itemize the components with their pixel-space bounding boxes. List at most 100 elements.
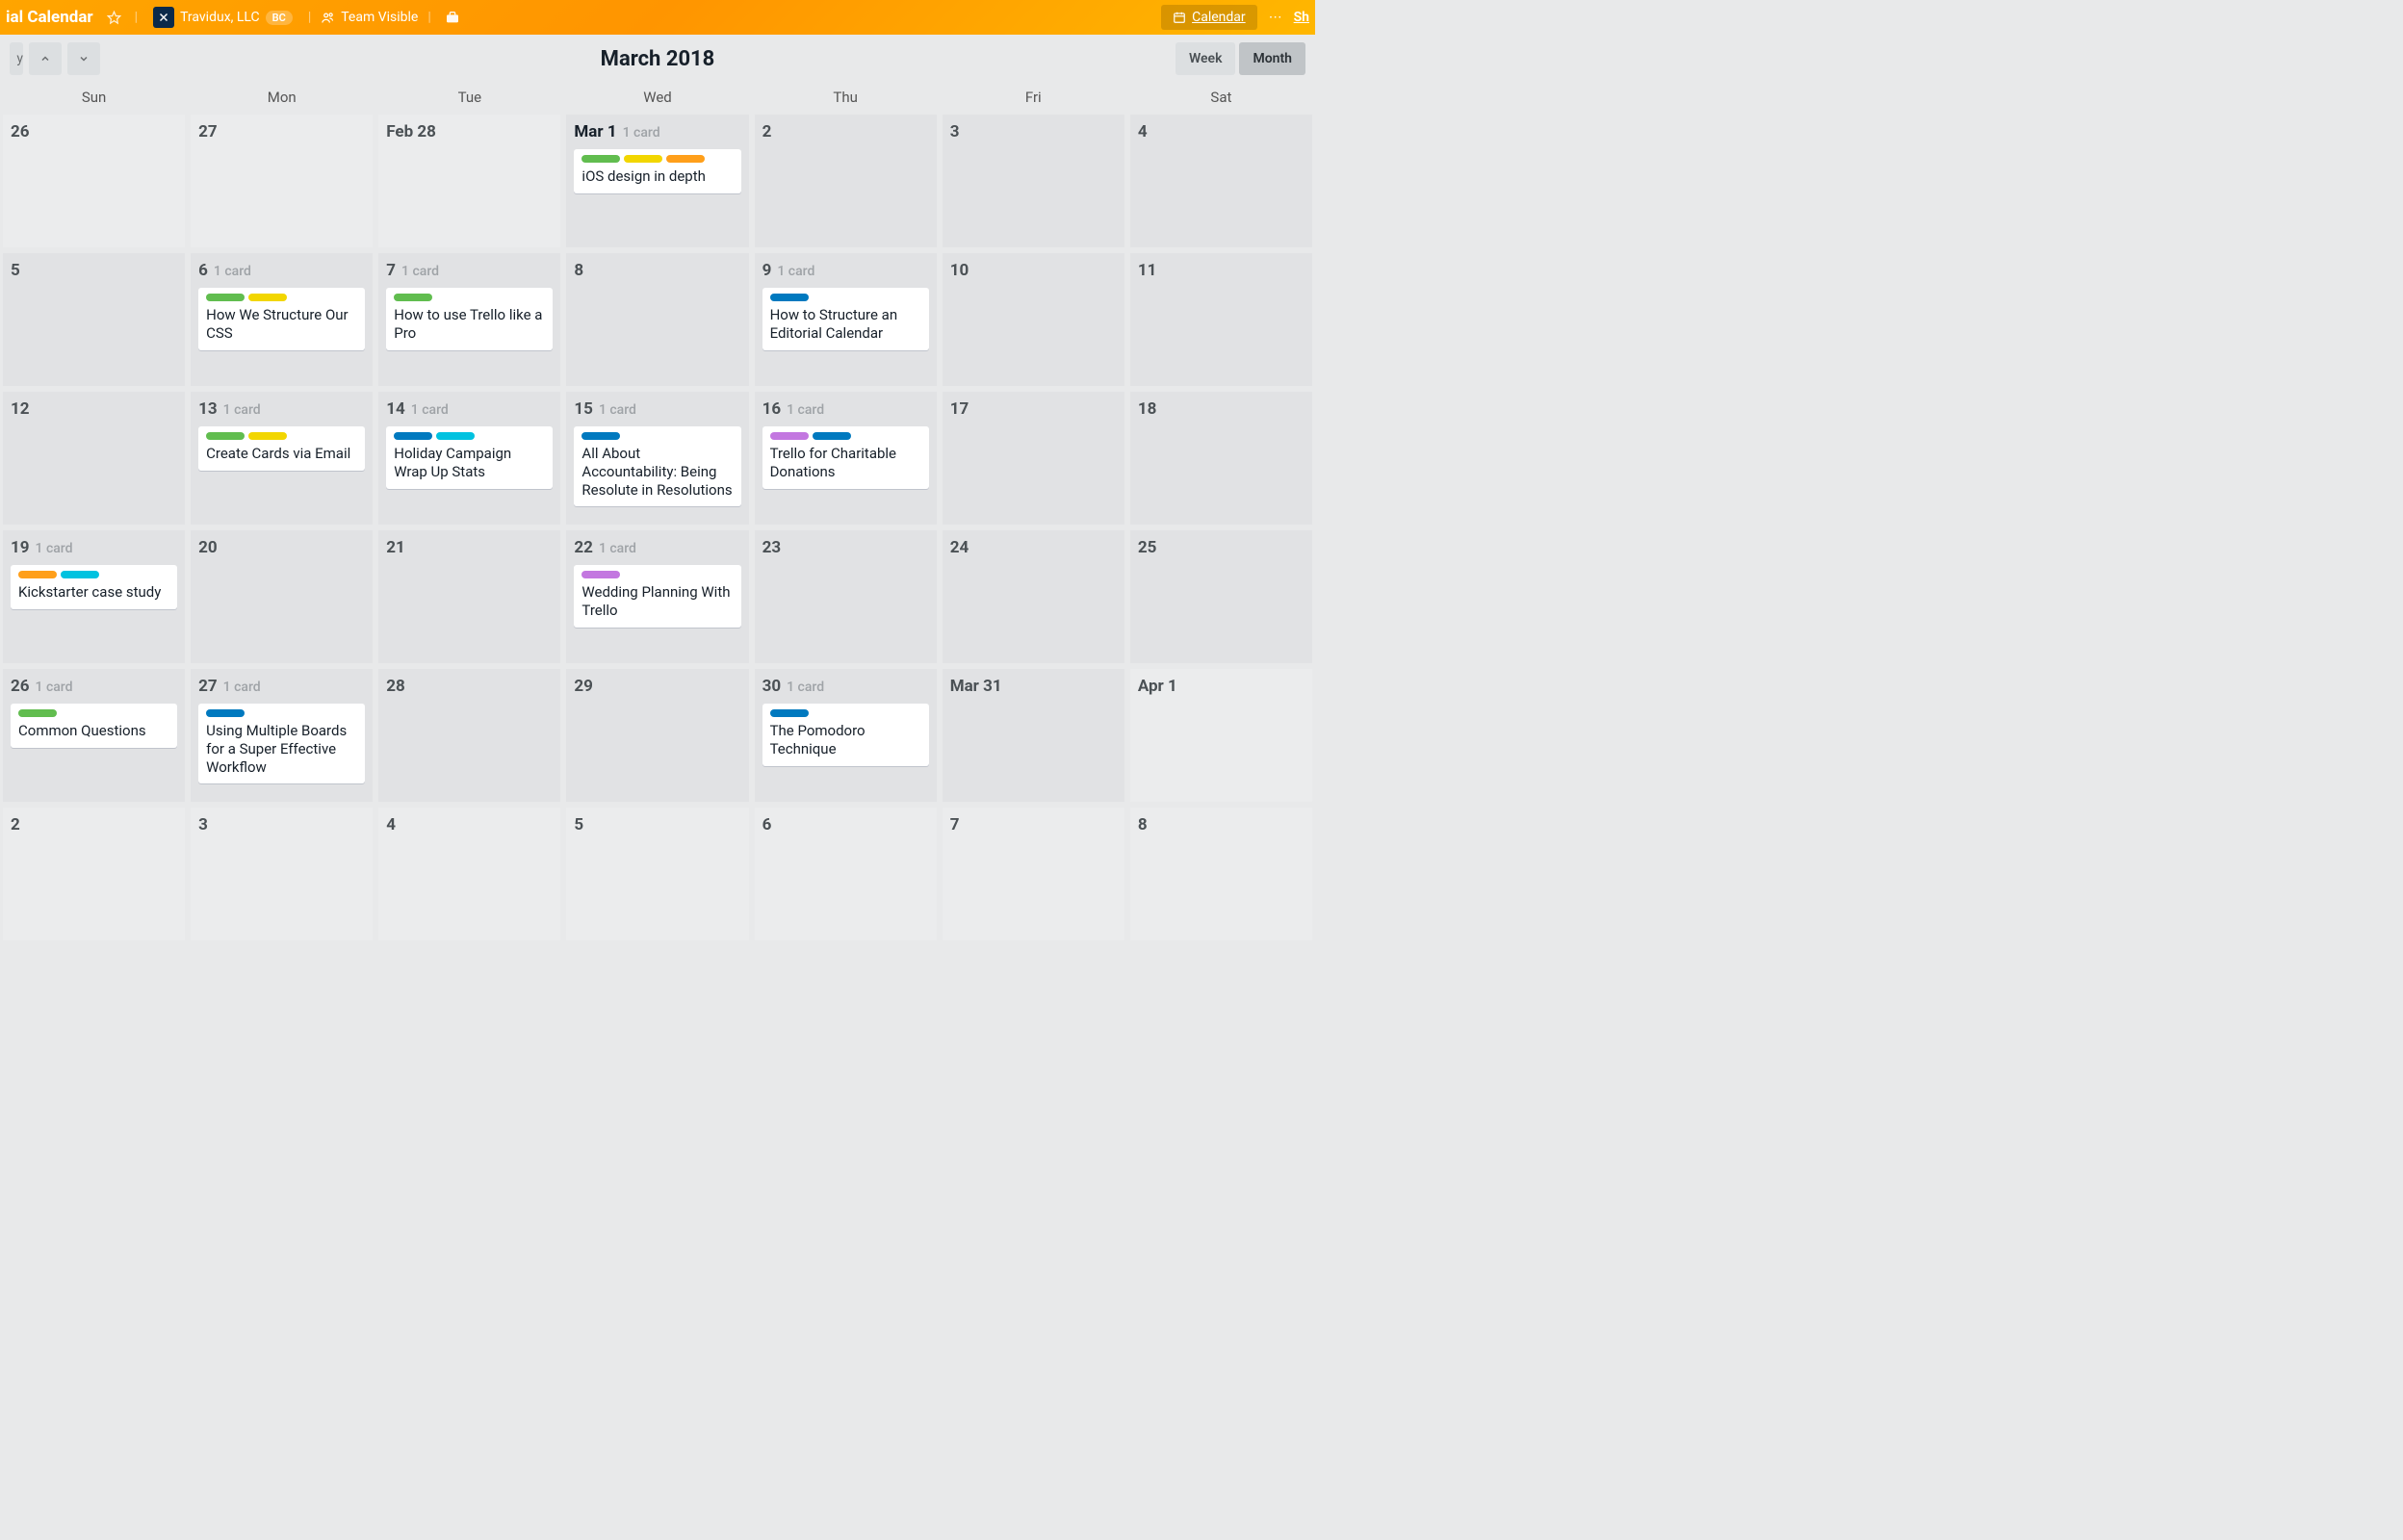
visibility-button[interactable]: Team Visible [321,10,418,25]
org-chip[interactable]: Travidux, LLC BC [147,5,298,30]
calendar-cell[interactable]: 2 [752,112,940,250]
calendar-cell[interactable]: 151 card All About Accountability: Being … [563,389,751,527]
card-title: Using Multiple Boards for a Super Effect… [206,722,357,776]
card-title: How to use Trello like a Pro [394,306,545,343]
more-icon[interactable]: ⋯ [1265,6,1286,29]
calendar-cell[interactable]: 161 cardTrello for Charitable Donations [752,389,940,527]
calendar-cell[interactable]: 8 [563,250,751,389]
date-label: Feb 28 [386,122,553,141]
calendar-cell[interactable]: 191 cardKickstarter case study [0,527,188,666]
calendar-card[interactable]: Common Questions [11,704,177,748]
calendar-card[interactable]: Using Multiple Boards for a Super Effect… [198,704,365,783]
today-button[interactable]: y [10,42,23,75]
calendar-button-label: Calendar [1192,10,1246,25]
calendar-cell[interactable]: 271 cardUsing Multiple Boards for a Supe… [188,666,375,805]
label-blue [770,709,809,717]
calendar-cell[interactable]: 11 [1127,250,1315,389]
calendar-cell[interactable]: 7 [940,805,1127,943]
calendar-card[interactable]: iOS design in depth [574,149,740,193]
calendar-card[interactable]: All About Accountability: Being Resolute… [574,426,740,506]
calendar-cell[interactable]: 2 [0,805,188,943]
calendar-card[interactable]: The Pomodoro Technique [762,704,929,766]
calendar-cell[interactable]: 24 [940,527,1127,666]
date-label: 8 [1138,815,1305,834]
calendar-cell[interactable]: 261 cardCommon Questions [0,666,188,805]
card-labels [394,294,545,301]
calendar-cell[interactable]: 26 [0,112,188,250]
view-month-button[interactable]: Month [1239,42,1305,75]
prev-button[interactable] [29,42,62,75]
calendar-cell[interactable]: 3 [188,805,375,943]
calendar-card[interactable]: Wedding Planning With Trello [574,565,740,628]
card-count: 1 card [787,680,824,695]
calendar-card[interactable]: How We Structure Our CSS [198,288,365,350]
day-of-week-row: SunMonTueWedThuFriSat [0,83,1315,112]
calendar-card[interactable]: Create Cards via Email [198,426,365,471]
calendar-card[interactable]: Holiday Campaign Wrap Up Stats [386,426,553,489]
calendar-cell[interactable]: 5 [563,805,751,943]
view-week-button[interactable]: Week [1176,42,1236,75]
calendar-cell[interactable]: 301 cardThe Pomodoro Technique [752,666,940,805]
card-title: The Pomodoro Technique [770,722,921,758]
calendar-cell[interactable]: 27 [188,112,375,250]
calendar-toolbar: y March 2018 Week Month [0,35,1315,83]
calendar-cell[interactable]: 18 [1127,389,1315,527]
calendar-card[interactable]: Trello for Charitable Donations [762,426,929,489]
calendar-cell[interactable]: 29 [563,666,751,805]
card-labels [581,432,733,440]
card-title: How We Structure Our CSS [206,306,357,343]
calendar-cell[interactable]: Mar 11 cardiOS design in depth [563,112,751,250]
view-group: Week Month [1176,42,1305,75]
calendar-cell[interactable]: 10 [940,250,1127,389]
calendar-cell[interactable]: 4 [1127,112,1315,250]
calendar-cell[interactable]: Apr 1 [1127,666,1315,805]
calendar-cell[interactable]: 61 cardHow We Structure Our CSS [188,250,375,389]
calendar-cell[interactable]: 4 [375,805,563,943]
calendar-cell[interactable]: 25 [1127,527,1315,666]
label-green [394,294,432,301]
label-teal [61,571,99,578]
board-name[interactable]: ial Calendar [6,8,93,27]
card-title: All About Accountability: Being Resolute… [581,445,733,499]
calendar-cell[interactable]: 28 [375,666,563,805]
calendar-cell[interactable]: 91 cardHow to Structure an Editorial Cal… [752,250,940,389]
calendar-cell[interactable]: 71 card How to use Trello like a Pro [375,250,563,389]
calendar-cell[interactable]: 6 [752,805,940,943]
calendar-cell[interactable]: 8 [1127,805,1315,943]
nav-group: y [10,42,100,75]
dow-label: Wed [563,83,751,112]
date-label: 2 [11,815,177,834]
star-icon[interactable] [103,7,125,29]
calendar-card[interactable]: How to use Trello like a Pro [386,288,553,350]
date-label: 71 card [386,261,553,280]
calendar-cell[interactable]: 23 [752,527,940,666]
date-label: 12 [11,399,177,419]
calendar-cell[interactable]: 5 [0,250,188,389]
calendar-cell[interactable]: 12 [0,389,188,527]
calendar-cell[interactable]: 21 [375,527,563,666]
calendar-cell[interactable]: 20 [188,527,375,666]
separator: | [308,10,311,25]
briefcase-icon[interactable] [441,6,464,29]
card-labels [770,709,921,717]
next-button[interactable] [67,42,100,75]
calendar-cell[interactable]: Mar 31 [940,666,1127,805]
calendar-cell[interactable]: 131 cardCreate Cards via Email [188,389,375,527]
chevron-up-icon [39,53,51,64]
label-orange [666,155,705,163]
label-green [206,432,245,440]
calendar-powerup-button[interactable]: Calendar [1161,5,1257,30]
date-label: 151 card [574,399,740,419]
calendar-cell[interactable]: 221 cardWedding Planning With Trello [563,527,751,666]
date-label: 2 [762,122,929,141]
calendar-cell[interactable]: Feb 28 [375,112,563,250]
show-menu-link[interactable]: Sh [1294,10,1309,25]
calendar-card[interactable]: Kickstarter case study [11,565,177,609]
calendar-cell[interactable]: 141 cardHoliday Campaign Wrap Up Stats [375,389,563,527]
card-labels [770,294,921,301]
calendar-card[interactable]: How to Structure an Editorial Calendar [762,288,929,350]
label-purple [770,432,809,440]
calendar-cell[interactable]: 3 [940,112,1127,250]
label-green [206,294,245,301]
calendar-cell[interactable]: 17 [940,389,1127,527]
